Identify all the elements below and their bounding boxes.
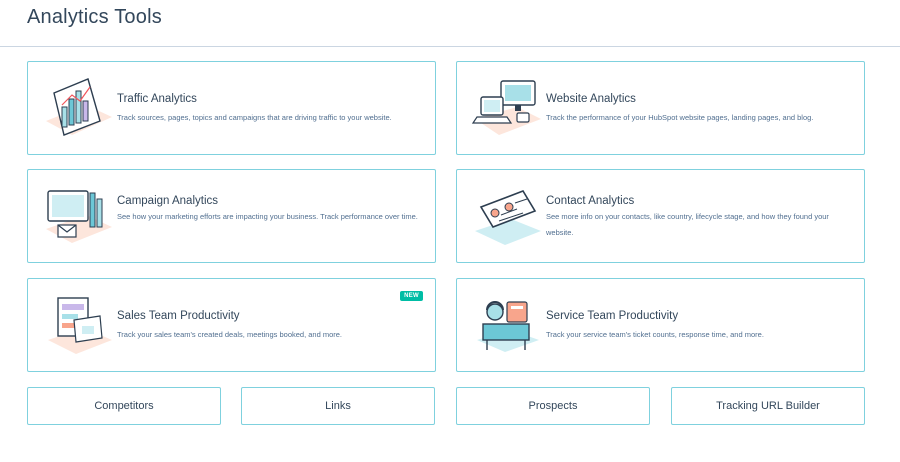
links-button[interactable]: Links xyxy=(241,387,435,425)
card-title: Sales Team Productivity xyxy=(117,310,240,322)
card-title: Contact Analytics xyxy=(546,195,635,207)
service-team-productivity-card[interactable]: Service Team Productivity Track your ser… xyxy=(456,278,865,372)
page-title: Analytics Tools xyxy=(27,6,162,28)
card-description: See more info on your contacts, like cou… xyxy=(546,212,829,237)
card-description: Track your service team's ticket counts,… xyxy=(546,330,764,339)
header-divider xyxy=(0,46,900,47)
service-desk-illustration-icon xyxy=(477,301,539,352)
website-analytics-card[interactable]: Website Analytics Track the performance … xyxy=(456,61,865,155)
card-title: Service Team Productivity xyxy=(546,310,679,322)
card-title: Campaign Analytics xyxy=(117,195,218,207)
card-title: Website Analytics xyxy=(546,93,636,105)
prospects-button[interactable]: Prospects xyxy=(456,387,650,425)
new-badge: NEW xyxy=(400,291,423,301)
card-description: Track the performance of your HubSpot we… xyxy=(546,113,814,122)
tracking-url-builder-button[interactable]: Tracking URL Builder xyxy=(671,387,865,425)
website-devices-illustration-icon xyxy=(471,80,541,135)
contact-analytics-card[interactable]: Contact Analytics See more info on your … xyxy=(456,169,865,263)
card-description: Track sources, pages, topics and campaig… xyxy=(117,113,392,122)
competitors-button[interactable]: Competitors xyxy=(27,387,221,425)
card-description: See how your marketing efforts are impac… xyxy=(117,212,418,221)
sales-board-illustration-icon xyxy=(48,297,112,354)
card-description: Track your sales team's created deals, m… xyxy=(117,330,343,339)
traffic-analytics-card[interactable]: Traffic Analytics Track sources, pages, … xyxy=(27,61,436,155)
traffic-chart-illustration-icon xyxy=(46,78,112,136)
campaign-chart-illustration-icon xyxy=(46,190,112,243)
contact-card-illustration-icon xyxy=(475,190,541,245)
campaign-analytics-card[interactable]: Campaign Analytics See how your marketin… xyxy=(27,169,436,263)
card-title: Traffic Analytics xyxy=(117,93,197,105)
sales-team-productivity-card[interactable]: NEW Sales Team Productivity Track your s… xyxy=(27,278,436,372)
